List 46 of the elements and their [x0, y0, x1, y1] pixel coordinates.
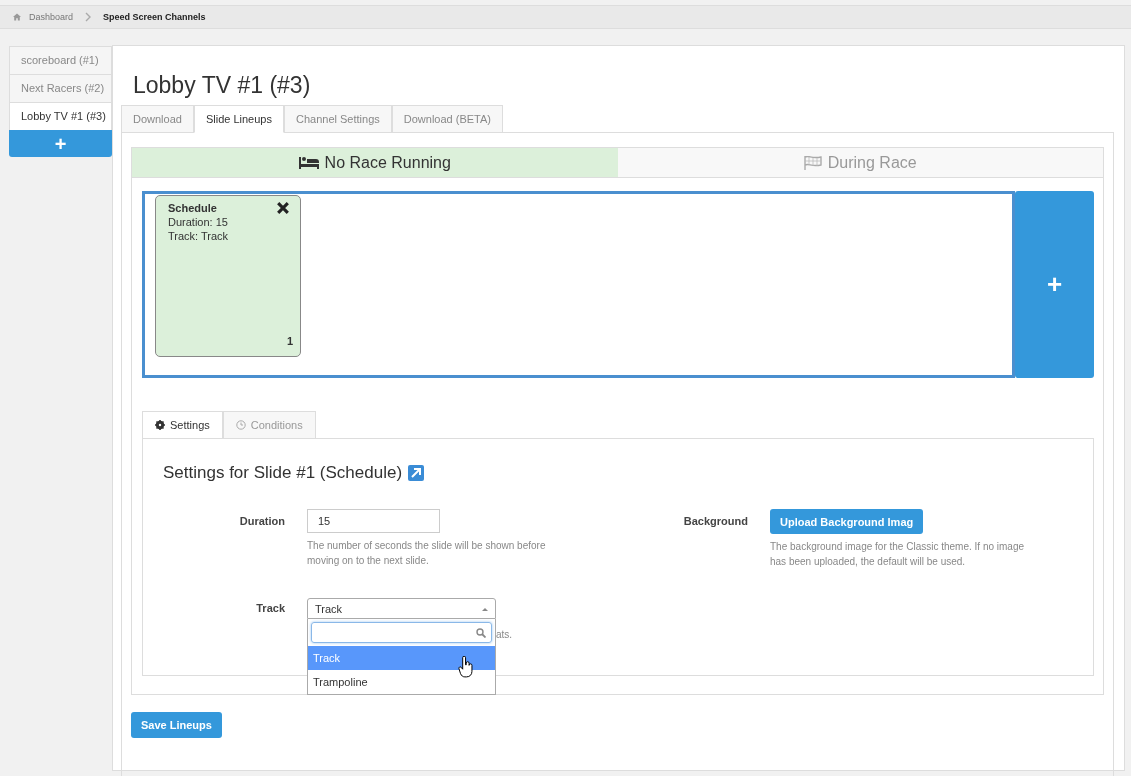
flag-icon	[803, 155, 822, 170]
add-channel-button[interactable]: +	[9, 130, 112, 157]
field-label: Duration	[238, 514, 285, 529]
search-field[interactable]	[311, 622, 492, 643]
sidebar-item[interactable]: scoreboard (#1)	[9, 46, 112, 74]
field-label: Background	[682, 514, 748, 529]
dropdown-option[interactable]: Track	[308, 646, 495, 670]
race-state-toggle[interactable]: No Race Running	[132, 148, 618, 178]
upload-button[interactable]: Upload Background Imag	[770, 509, 924, 534]
tab[interactable]: Settings	[142, 411, 223, 439]
pointer-cursor-icon	[458, 656, 474, 678]
bed-icon	[298, 156, 319, 169]
chevron-icon	[85, 12, 92, 22]
breadcrumb-current: Speed Screen Channels	[103, 12, 206, 22]
settings-heading: Settings for Slide #1 (Schedule)	[163, 463, 403, 483]
sidebar-item[interactable]: Next Racers (#2)	[9, 74, 112, 102]
external-link-icon[interactable]	[408, 465, 425, 481]
caret-icon	[482, 606, 488, 611]
close-icon[interactable]	[277, 202, 289, 214]
slide-number: 1	[286, 335, 293, 347]
search-icon	[476, 627, 486, 638]
slide-detail: Duration: 15	[168, 216, 229, 228]
help-text: The number of seconds the slide will be shown before moving on to the next slide.	[307, 539, 547, 568]
tab[interactable]: Download	[121, 105, 194, 132]
sidebar-item[interactable]: Lobby TV #1 (#3)	[9, 102, 112, 130]
slide-name: Schedule	[168, 202, 217, 214]
slide-card[interactable]: Schedule Duration: 15 Track: Track 1	[155, 195, 301, 357]
breadcrumb-link[interactable]: Dashboard	[29, 12, 74, 22]
clock-icon	[235, 420, 246, 430]
field-label: Track	[255, 601, 285, 616]
tab[interactable]: Slide Lineups	[193, 105, 284, 133]
save-button[interactable]: Save Lineups	[131, 712, 222, 738]
race-state-toggle[interactable]: During Race	[617, 148, 1103, 178]
duration-field[interactable]: 15	[307, 509, 440, 533]
add-slide-button[interactable]: +	[1015, 191, 1094, 378]
tab[interactable]: Channel Settings	[284, 105, 392, 132]
tab[interactable]: Download (BETA)	[391, 105, 503, 132]
track-select[interactable]: Track	[307, 598, 496, 619]
help-text: The background image for the Classic theme. If no image has been uploaded, the default will be used.	[770, 540, 1026, 569]
dropdown-option[interactable]: Trampoline	[308, 670, 495, 694]
help-text: ats.	[496, 629, 513, 640]
tab[interactable]: Conditions	[222, 411, 316, 438]
home-icon	[13, 13, 21, 21]
page-title: Lobby TV #1 (#3)	[133, 72, 312, 100]
slide-detail: Track: Track	[168, 230, 230, 242]
gear-icon	[155, 420, 165, 430]
